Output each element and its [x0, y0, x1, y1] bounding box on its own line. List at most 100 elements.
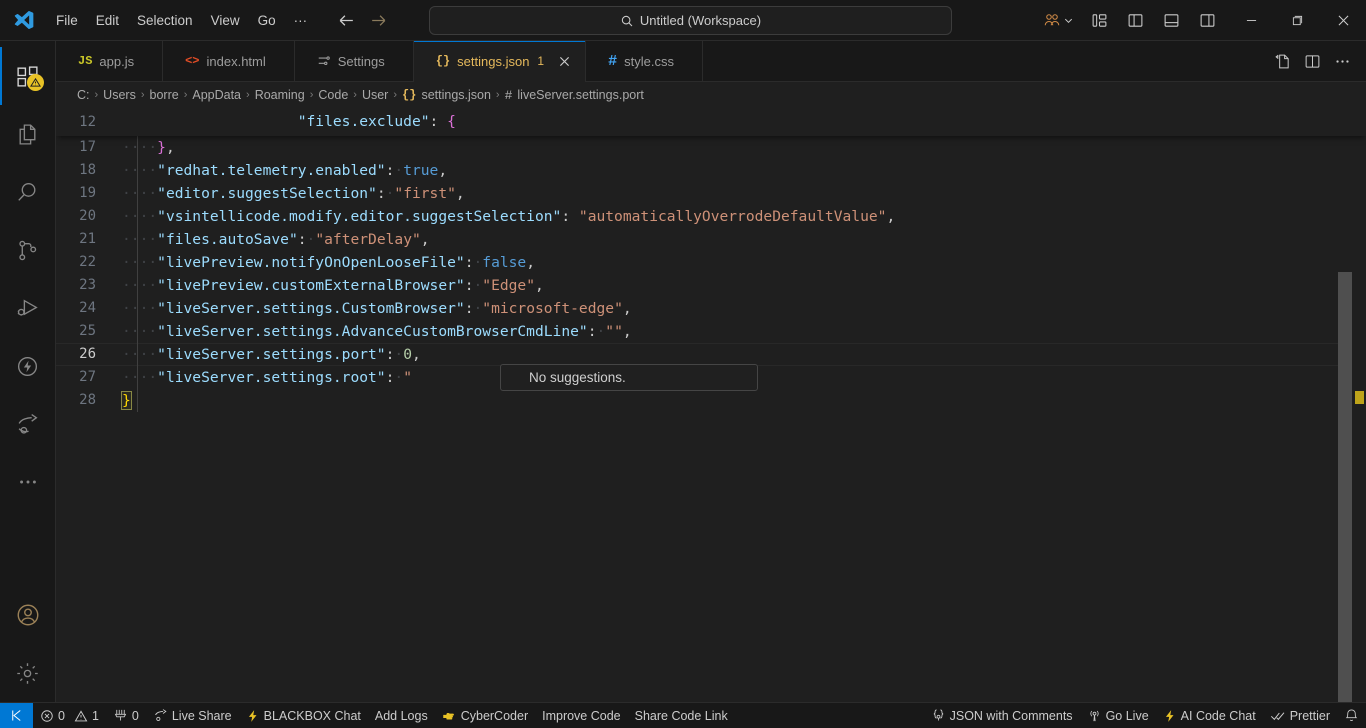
line-number: 17 [79, 139, 96, 155]
whitespace-dots: ···· [122, 369, 158, 386]
minimize-button[interactable] [1228, 0, 1274, 40]
activitybar-settings[interactable] [0, 644, 56, 702]
code-token: · [596, 323, 606, 340]
status-share-code-link[interactable]: Share Code Link [628, 703, 735, 728]
breadcrumb-item-borre[interactable]: borre [150, 88, 179, 102]
titlebar: File Edit Selection View Go ··· Untitled… [0, 0, 1366, 41]
status-blackbox-chat[interactable]: BLACKBOX Chat [239, 703, 368, 728]
layout-customize-icon[interactable] [1082, 5, 1116, 35]
layout-panel-icon[interactable] [1154, 5, 1188, 35]
status-add-logs[interactable]: Add Logs [368, 703, 435, 728]
accounts-menu-button[interactable] [1035, 11, 1082, 29]
code-line[interactable]: 19 ····"editor.suggestSelection":·"first"… [56, 182, 1366, 205]
warning-count: 1 [91, 708, 99, 723]
menu-edit[interactable]: Edit [88, 10, 127, 31]
open-changes-icon[interactable] [1268, 47, 1296, 75]
editor-vertical-scrollbar[interactable] [1338, 108, 1352, 702]
code-line[interactable]: 26 ····"liveServer.settings.port":·0, [56, 343, 1366, 366]
breadcrumb-item-roaming[interactable]: Roaming [255, 88, 305, 102]
code-editor[interactable]: 12 "files.exclude": { 17 ····}, 18 ····"red… [56, 108, 1366, 702]
code-token: "liveServer.settings.AdvanceCustomBrowse… [157, 323, 588, 340]
code-line[interactable]: 22 ····"livePreview.notifyOnOpenLooseFile… [56, 251, 1366, 274]
more-actions-button[interactable] [1328, 47, 1356, 75]
code-token: · [473, 300, 483, 317]
status-ai-code-chat[interactable]: AI Code Chat [1156, 703, 1263, 728]
sticky-scroll-line[interactable]: 12 "files.exclude": { [56, 108, 1366, 136]
tab-settings[interactable]: Settings [294, 41, 414, 81]
activitybar-more[interactable] [0, 453, 56, 511]
breadcrumb-item-c[interactable]: C: [77, 88, 90, 102]
source-control-icon [19, 240, 37, 260]
command-center[interactable]: Untitled (Workspace) [429, 6, 952, 35]
tab-label: settings.json [457, 53, 530, 69]
status-notifications[interactable] [1337, 703, 1366, 728]
activitybar-source-control[interactable] [0, 221, 56, 279]
layout-sidebar-right-icon[interactable] [1190, 5, 1224, 35]
whitespace-dots: ···· [122, 162, 158, 179]
code-token: "livePreview.customExternalBrowser" [157, 277, 465, 294]
account-icon [17, 604, 38, 626]
editor-tabs: JS app.js <> index.html Settings {} sett… [56, 41, 703, 82]
maximize-button[interactable] [1274, 0, 1320, 40]
activitybar-open-editors[interactable] [0, 105, 56, 163]
run-and-debug-icon [17, 299, 38, 316]
menu-file[interactable]: File [48, 10, 86, 31]
activitybar-live-share[interactable] [0, 395, 56, 453]
code-line[interactable]: 28} [56, 389, 1366, 412]
status-language-mode[interactable]: JSON with Comments [924, 703, 1080, 728]
activitybar-explorer[interactable] [0, 47, 56, 105]
activitybar-run-debug[interactable] [0, 279, 56, 337]
layout-sidebar-left-icon[interactable] [1118, 5, 1152, 35]
status-bar-right: JSON with Comments Go Live AI Code Chat … [924, 703, 1366, 728]
json-comments-icon [933, 709, 943, 721]
menu-selection[interactable]: Selection [129, 10, 201, 31]
tab-style-css[interactable]: # style.css [586, 41, 703, 81]
breadcrumb-item-code[interactable]: Code [318, 88, 348, 102]
arrow-left-icon[interactable] [333, 8, 359, 32]
breadcrumb-item-symbol[interactable]: # liveServer.settings.port [505, 88, 644, 103]
code-line[interactable]: 24 ····"liveServer.settings.CustomBrowser… [56, 297, 1366, 320]
close-button[interactable] [1320, 0, 1366, 40]
code-lines[interactable]: 17 ····}, 18 ····"redhat.telemetry.enabled"… [56, 136, 1366, 702]
status-bar: 0 1 0 Live Share BLACKBOX Chat Add Logs … [0, 702, 1366, 728]
warning-icon [74, 709, 88, 721]
breadcrumb-item-appdata[interactable]: AppData [192, 88, 241, 102]
tab-index-html[interactable]: <> index.html [163, 41, 295, 81]
status-ports[interactable]: 0 [106, 703, 146, 728]
breadcrumb-item-user[interactable]: User [362, 88, 388, 102]
overview-ruler[interactable] [1352, 108, 1366, 702]
code-line[interactable]: 20 ····"vsintellicode.modify.editor.sugge… [56, 205, 1366, 228]
code-line[interactable]: 21 ····"files.autoSave":·"afterDelay", [56, 228, 1366, 251]
status-cybercoder[interactable]: CyberCoder [435, 703, 535, 728]
activitybar-accounts[interactable] [0, 586, 56, 644]
activity-bar [0, 41, 56, 702]
suggest-widget[interactable]: No suggestions. [500, 364, 758, 391]
remote-indicator[interactable] [0, 703, 33, 728]
activitybar-search[interactable] [0, 163, 56, 221]
menu-view[interactable]: View [203, 10, 248, 31]
code-token: : [376, 185, 386, 202]
menu-go[interactable]: Go [250, 10, 284, 31]
status-go-live[interactable]: Go Live [1080, 703, 1156, 728]
status-live-share[interactable]: Live Share [146, 703, 239, 728]
status-improve-code[interactable]: Improve Code [535, 703, 628, 728]
tab-label: index.html [206, 53, 266, 69]
split-editor-icon[interactable] [1298, 47, 1326, 75]
code-token: , [455, 185, 465, 202]
tab-settings-json[interactable]: {} settings.json 1 [413, 41, 587, 82]
code-line[interactable]: 25 ····"liveServer.settings.AdvanceCustom… [56, 320, 1366, 343]
tab-close-button[interactable] [555, 52, 573, 70]
breadcrumb-item-settings-json[interactable]: {} settings.json [402, 88, 491, 102]
json-file-icon: {} [402, 88, 417, 102]
code-line[interactable]: 23 ····"livePreview.customExternalBrowser… [56, 274, 1366, 297]
status-problems[interactable]: 0 1 [33, 703, 106, 728]
tab-app-js[interactable]: JS app.js [56, 41, 164, 81]
menu-more[interactable]: ··· [286, 10, 316, 31]
arrow-right-icon[interactable] [365, 8, 391, 32]
code-token: "liveServer.settings.root" [157, 369, 386, 386]
sticky-indent [227, 113, 297, 130]
breadcrumb-item-users[interactable]: Users [103, 88, 136, 102]
activitybar-extensions[interactable] [0, 337, 56, 395]
status-prettier[interactable]: Prettier [1263, 703, 1337, 728]
scrollbar-thumb[interactable] [1338, 272, 1352, 702]
